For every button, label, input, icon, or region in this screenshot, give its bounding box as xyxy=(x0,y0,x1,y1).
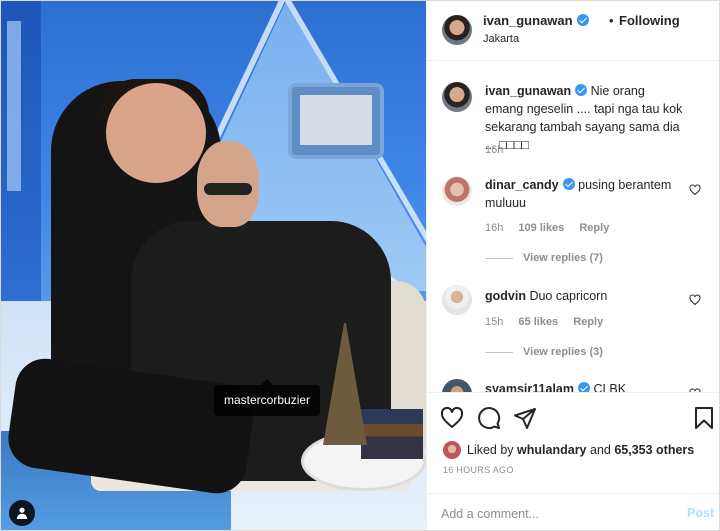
photo-user-tag[interactable]: mastercorbuzier xyxy=(214,379,321,416)
user-tag-button[interactable] xyxy=(9,500,35,526)
author-avatar[interactable] xyxy=(442,15,472,45)
comment-time[interactable]: 16h xyxy=(485,222,503,234)
liked-by-user[interactable]: whulandary xyxy=(517,443,586,457)
photo-person-left-head xyxy=(106,83,206,183)
comment-like-heart-icon[interactable] xyxy=(689,184,701,196)
post-photo[interactable]: mastercorbuzier xyxy=(1,1,426,530)
comment-likes[interactable]: 65 likes xyxy=(518,316,558,328)
photo-books xyxy=(361,409,423,459)
view-replies-button[interactable]: View replies (3) xyxy=(485,346,603,358)
verified-icon xyxy=(562,178,575,190)
comment-text: CLBK xyxy=(593,382,627,392)
view-replies-button[interactable]: View replies (7) xyxy=(485,252,603,264)
heart-icon[interactable] xyxy=(440,406,464,430)
post-actions: Liked by whulandary and 65,353 others 16… xyxy=(427,392,719,530)
commenter-avatar[interactable] xyxy=(442,379,472,392)
comment-meta: 15h 65 likes Reply xyxy=(485,316,615,328)
caption-time[interactable]: 16h xyxy=(485,144,503,156)
reply-button[interactable]: Reply xyxy=(573,316,603,328)
liked-by-prefix: Liked by xyxy=(467,443,514,457)
reply-button[interactable]: Reply xyxy=(579,222,609,234)
comment-box: Post xyxy=(427,493,719,530)
comment-likes[interactable]: 109 likes xyxy=(518,222,564,234)
liked-by-avatar[interactable] xyxy=(443,441,461,459)
comments-list[interactable]: ivan_gunawan Nie orang emang ngeselin ..… xyxy=(427,62,719,392)
post-header: ivan_gunawan • Following Jakarta xyxy=(427,1,719,61)
comment-icon[interactable] xyxy=(477,406,501,430)
commenter-avatar[interactable] xyxy=(442,285,472,315)
following-button[interactable]: Following xyxy=(619,13,680,28)
comment: godvin Duo capricorn xyxy=(485,287,685,305)
comment-text: Duo capricorn xyxy=(529,289,608,303)
caption-username[interactable]: ivan_gunawan xyxy=(485,84,571,98)
photo-bg-tv xyxy=(288,83,384,159)
caption-meta: 16h xyxy=(485,144,515,156)
header-separator-dot: • xyxy=(609,13,614,28)
comment-meta: 16h 109 likes Reply xyxy=(485,222,621,234)
comment-input[interactable] xyxy=(441,502,671,526)
comment-time[interactable]: 15h xyxy=(485,316,503,328)
author-name-row: ivan_gunawan xyxy=(483,13,589,28)
post-comment-button[interactable]: Post xyxy=(687,506,714,520)
share-icon[interactable] xyxy=(513,406,537,430)
comment: syamsir11alam CLBK xyxy=(485,380,685,392)
comment-username[interactable]: godvin xyxy=(485,289,526,303)
comment-username[interactable]: syamsir11alam xyxy=(485,382,574,392)
author-username[interactable]: ivan_gunawan xyxy=(483,13,573,28)
liked-by-connector: and xyxy=(590,443,611,457)
comment-like-heart-icon[interactable] xyxy=(689,294,701,306)
verified-icon xyxy=(577,382,590,392)
caption-avatar[interactable] xyxy=(442,82,472,112)
comment: dinar_candy pusing berantem muluuu xyxy=(485,176,685,212)
verified-icon xyxy=(575,84,588,96)
likes-count[interactable]: 65,353 others xyxy=(614,443,694,457)
post-side-panel: ivan_gunawan • Following Jakarta ivan_gu… xyxy=(426,1,719,530)
commenter-avatar[interactable] xyxy=(442,176,472,206)
post-location[interactable]: Jakarta xyxy=(483,33,519,45)
instagram-post-frame: mastercorbuzier ivan_gunawan • Following… xyxy=(0,0,720,531)
liked-by-row: Liked by whulandary and 65,353 others xyxy=(443,441,694,459)
comment-username[interactable]: dinar_candy xyxy=(485,178,559,192)
photo-sunglasses xyxy=(204,183,252,195)
post-timestamp[interactable]: 16 HOURS AGO xyxy=(443,465,514,475)
user-tag-icon xyxy=(16,507,28,519)
verified-icon xyxy=(576,14,589,26)
photo-bg-wall xyxy=(1,1,41,301)
bookmark-icon[interactable] xyxy=(692,406,716,430)
